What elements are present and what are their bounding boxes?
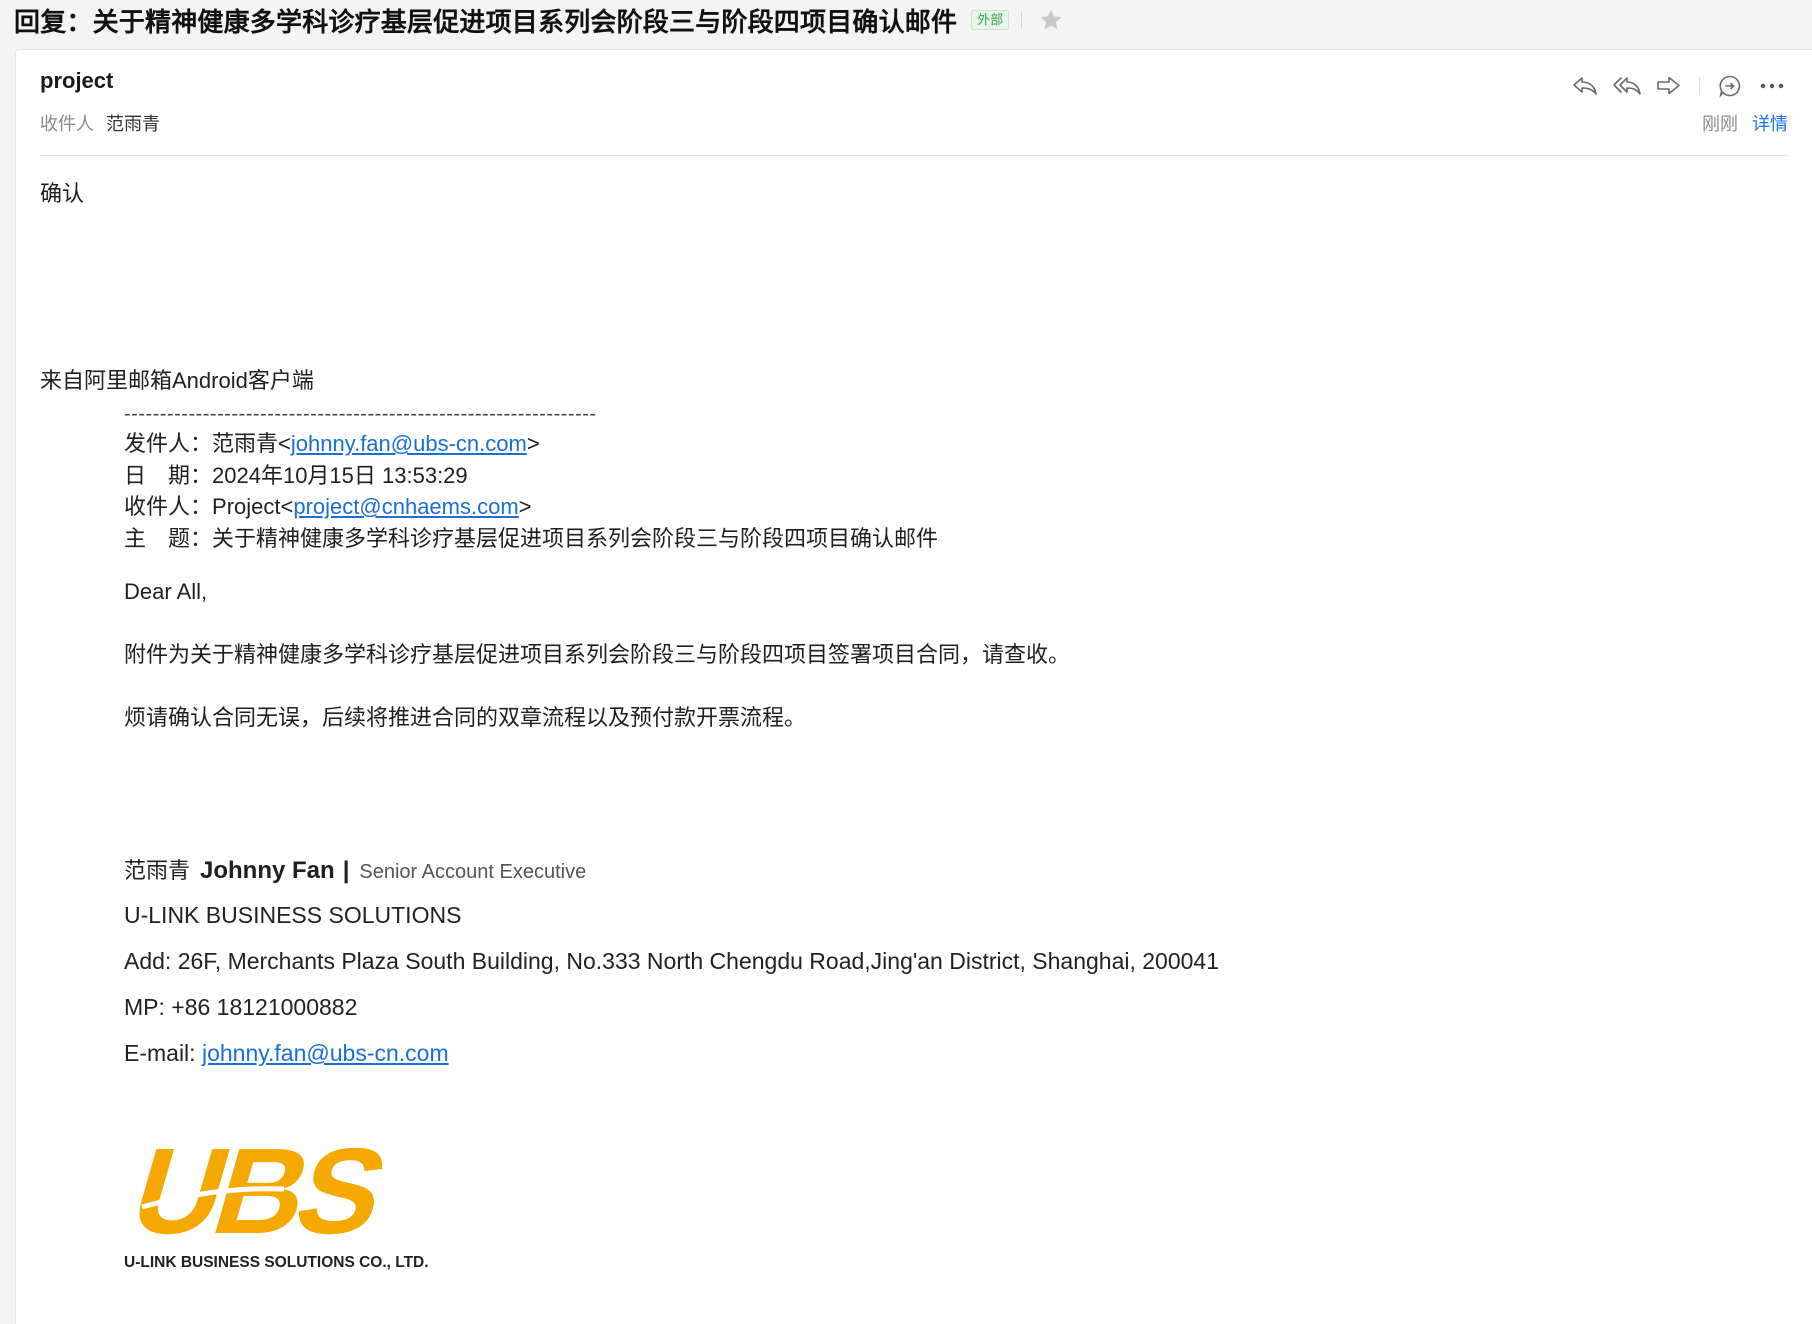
divider	[1699, 77, 1700, 95]
paragraph-attachment: 附件为关于精神健康多学科诊疗基层促进项目系列会阶段三与阶段四项目签署项目合同，请…	[124, 642, 1071, 667]
quote-subject-label: 主 题：	[124, 525, 213, 551]
meta-row: 刚刚 详情	[1702, 110, 1788, 136]
quote-to-email-link[interactable]: project@cnhaems.com	[293, 494, 518, 519]
quote-from-email-link[interactable]: johnny.fan@ubs-cn.com	[291, 431, 527, 456]
quoted-message: ----------------------------------------…	[124, 400, 1524, 733]
signature-cn-name: 范雨青	[124, 859, 191, 884]
star-icon[interactable]	[1038, 7, 1064, 33]
quote-from-row: 发件人：范雨青<johnny.fan@ubs-cn.com>	[124, 431, 540, 456]
quote-date-value: 2024年10月15日 13:53:29	[212, 462, 468, 488]
quote-subject-row: 主 题：关于精神健康多学科诊疗基层促进项目系列会阶段三与阶段四项目确认邮件	[124, 523, 1524, 555]
title-bar: 回复：关于精神健康多学科诊疗基层促进项目系列会阶段三与阶段四项目确认邮件 外部	[14, 0, 1064, 40]
signature-en-name: Johnny Fan	[200, 857, 335, 884]
signature-company: U-LINK BUSINESS SOLUTIONS	[124, 902, 462, 928]
quote-divider: ----------------------------------------…	[124, 403, 597, 425]
quote-to-name: Project	[212, 494, 281, 519]
external-badge: 外部	[971, 10, 1010, 30]
signature-address: Add: 26F, Merchants Plaza South Building…	[124, 948, 1220, 974]
recipient-label: 收件人	[40, 114, 94, 134]
greeting: Dear All,	[124, 579, 208, 604]
recipient-row: 收件人 范雨青	[40, 110, 160, 136]
email-body: 确认 来自阿里邮箱Android客户端 --------------------…	[40, 156, 1788, 1324]
email-card: project 收件人 范雨青 刚刚 详情 确认 来自阿里邮箱Android客户…	[15, 49, 1812, 1324]
ubs-logo: UBS U-LINK BUSINESS SOLUTIONS CO., LTD.	[124, 1125, 429, 1271]
signature-email-link[interactable]: johnny.fan@ubs-cn.com	[202, 1040, 449, 1066]
reply-all-icon[interactable]	[1611, 70, 1643, 102]
more-icon[interactable]	[1756, 70, 1788, 102]
quote-to-label: 收件人：	[124, 494, 213, 519]
signature-phone: MP: +86 18121000882	[124, 994, 358, 1020]
timestamp: 刚刚	[1702, 114, 1738, 134]
logo-mark: UBS	[124, 1125, 398, 1259]
paragraph-confirm: 烦请确认合同无误，后续将推进合同的双章流程以及预付款开票流程。	[124, 705, 807, 730]
forward-icon[interactable]	[1653, 70, 1685, 102]
reply-text: 确认	[40, 181, 85, 206]
sender-name[interactable]: project	[40, 68, 113, 94]
signature-email-row: E-mail: johnny.fan@ubs-cn.com	[124, 1040, 449, 1067]
quote-from-label: 发件人：	[124, 431, 213, 456]
logo-caption: U-LINK BUSINESS SOLUTIONS CO., LTD.	[124, 1254, 429, 1271]
quote-date-label: 日 期：	[124, 462, 213, 488]
details-link[interactable]: 详情	[1752, 110, 1788, 136]
action-toolbar	[1559, 70, 1788, 102]
signature-separator: |	[342, 857, 350, 884]
chat-icon[interactable]	[1714, 70, 1746, 102]
email-subject: 回复：关于精神健康多学科诊疗基层促进项目系列会阶段三与阶段四项目确认邮件	[14, 6, 958, 37]
quote-subject-value: 关于精神健康多学科诊疗基层促进项目系列会阶段三与阶段四项目确认邮件	[212, 525, 939, 551]
signature-name-row: 范雨青 Johnny Fan | Senior Account Executiv…	[124, 853, 586, 885]
quote-from-name: 范雨青	[212, 431, 279, 456]
reply-icon[interactable]	[1569, 70, 1601, 102]
recipient-name[interactable]: 范雨青	[106, 110, 160, 136]
quote-to-row: 收件人：Project<project@cnhaems.com>	[124, 494, 532, 519]
signature-email-label: E-mail:	[124, 1040, 202, 1066]
email-header: project 收件人 范雨青 刚刚 详情	[40, 50, 1788, 156]
divider	[1021, 11, 1023, 29]
signature-role: Senior Account Executive	[359, 861, 587, 883]
quote-date-row: 日 期：2024年10月15日 13:53:29	[124, 460, 1524, 492]
client-signature: 来自阿里邮箱Android客户端	[40, 368, 314, 393]
